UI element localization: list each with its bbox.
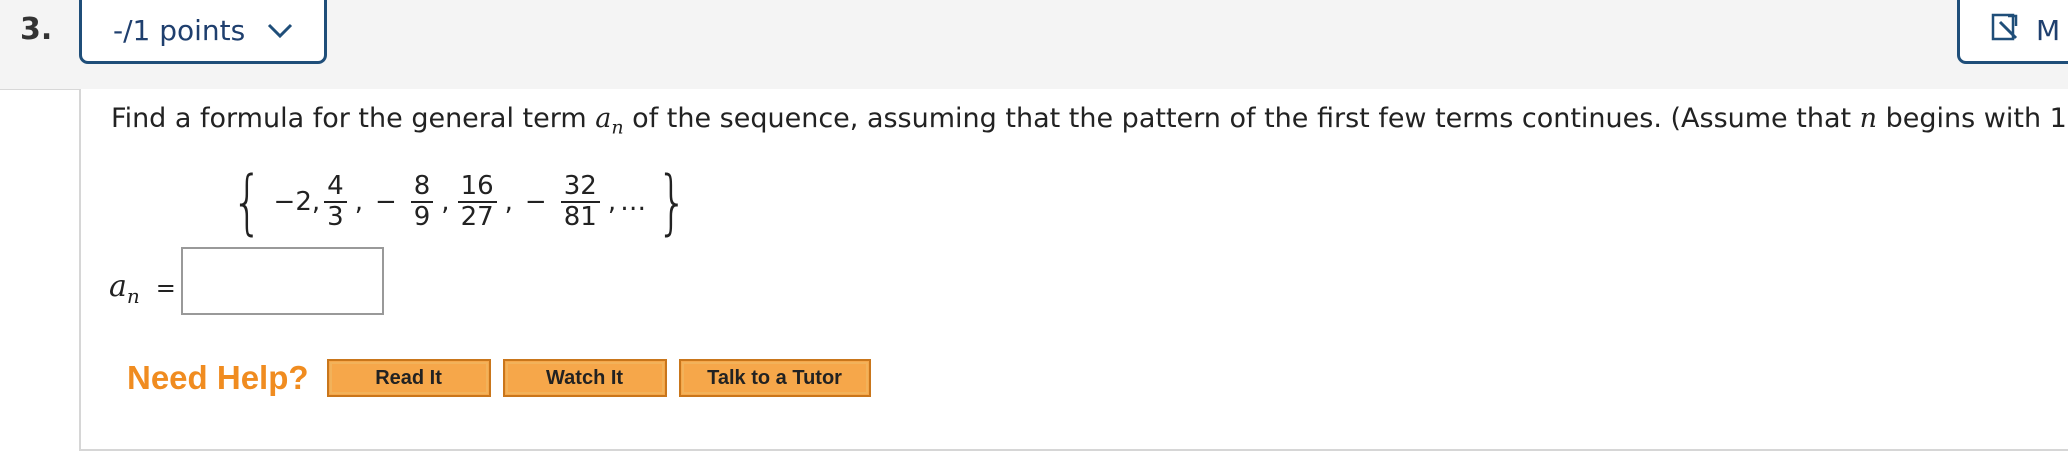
sequence-term: 4 3 <box>324 172 347 231</box>
question-prompt: Find a formula for the general term an o… <box>111 103 2068 139</box>
question-header: 3. -/1 points M <box>0 0 2068 90</box>
points-dropdown[interactable]: -/1 points <box>79 0 327 64</box>
question-body: Find a formula for the general term an o… <box>79 89 2068 451</box>
answer-input[interactable] <box>181 247 384 315</box>
right-brace: } <box>656 161 688 243</box>
answer-label: an = <box>109 269 176 308</box>
left-brace: { <box>231 161 263 243</box>
my-notes-button[interactable]: M <box>1957 0 2068 64</box>
edit-note-icon <box>1990 12 2020 49</box>
question-number: 3. <box>20 12 53 47</box>
sequence-first-term: −2, <box>273 187 321 217</box>
sequence-term: 32 81 <box>560 172 600 231</box>
need-help-row: Need Help? Read It Watch It Talk to a Tu… <box>127 359 883 397</box>
watch-it-button[interactable]: Watch It <box>502 359 667 397</box>
need-help-label: Need Help? <box>127 359 309 396</box>
sequence-expression: { −2, 4 3 , − 8 9 , 16 27 , − 32 81 , … … <box>231 161 688 243</box>
sequence-term-sign: − <box>524 187 547 217</box>
points-label: -/1 points <box>113 14 246 47</box>
my-notes-label: M <box>2036 14 2061 47</box>
read-it-button[interactable]: Read It <box>326 359 491 397</box>
chevron-down-icon <box>267 23 293 39</box>
sequence-term: 16 27 <box>457 172 497 231</box>
talk-to-tutor-button[interactable]: Talk to a Tutor <box>678 359 871 397</box>
sequence-ellipsis: … <box>620 187 647 217</box>
sequence-term-sign: − <box>374 187 397 217</box>
sequence-term: 8 9 <box>410 172 434 231</box>
